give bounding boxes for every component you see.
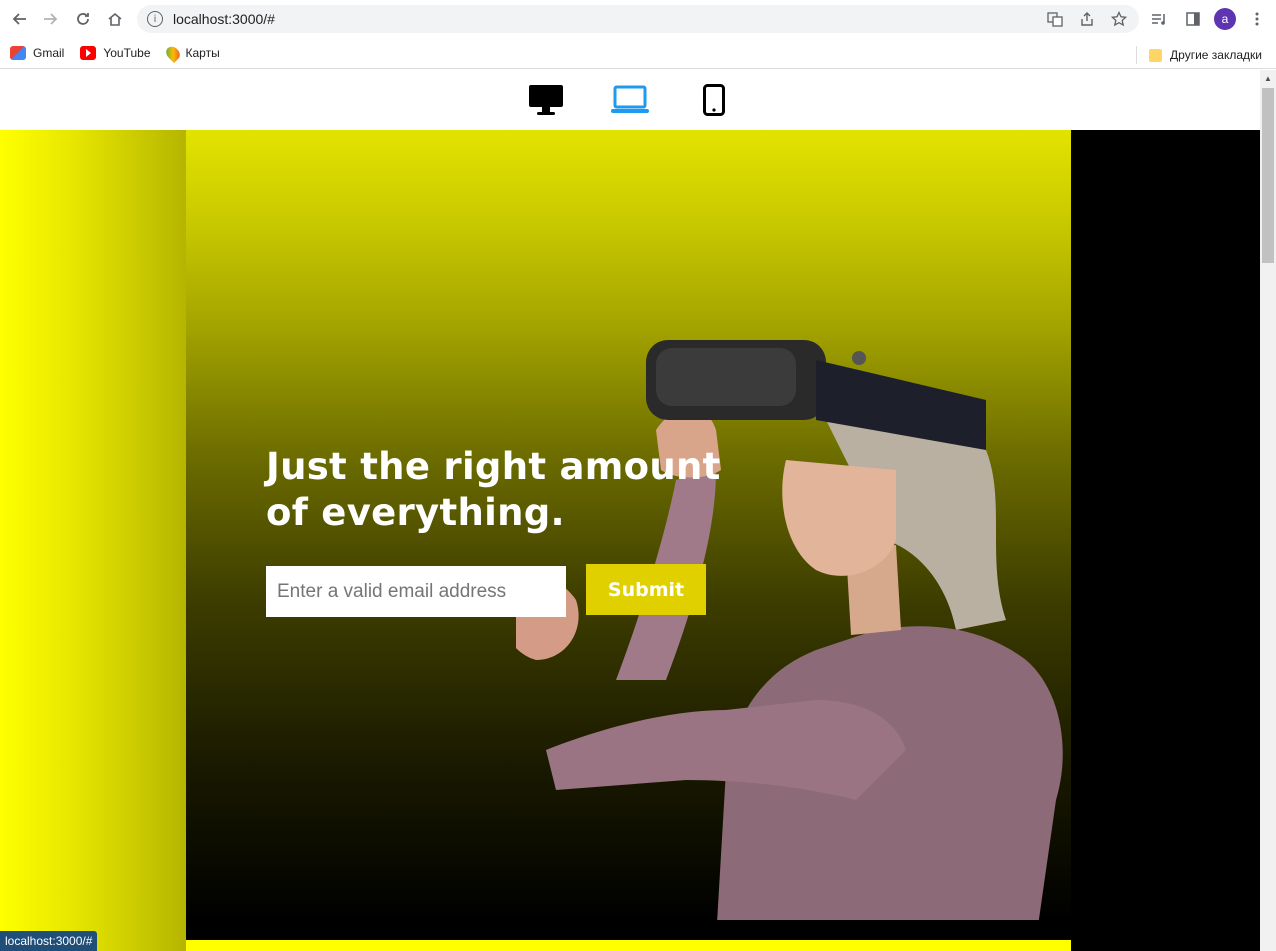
scroll-up-arrow-icon[interactable]: ▲	[1260, 70, 1276, 86]
hero-section: Just the right amount of everything. Sub…	[186, 130, 1071, 920]
home-icon	[108, 12, 122, 26]
reload-button[interactable]	[67, 3, 99, 35]
device-switcher	[0, 70, 1260, 130]
gmail-icon	[10, 46, 26, 60]
other-bookmarks-label: Другие закладки	[1170, 48, 1262, 62]
page-viewport: Just the right amount of everything. Sub…	[0, 70, 1260, 951]
bookmarks-bar: Gmail YouTube Карты Другие закладки	[0, 38, 1276, 69]
address-url: localhost:3000/#	[173, 11, 275, 27]
next-section-yellow-edge	[186, 940, 1071, 951]
bookmark-gmail[interactable]: Gmail	[10, 46, 64, 60]
bookmark-star-icon[interactable]	[1109, 9, 1129, 29]
mobile-phone-icon	[703, 84, 725, 116]
bookmark-label: Gmail	[33, 46, 65, 60]
share-icon[interactable]	[1077, 9, 1097, 29]
profile-avatar[interactable]: a	[1214, 8, 1236, 30]
link-status-bubble: localhost:3000/#	[0, 931, 98, 951]
device-laptop-button[interactable]	[588, 70, 672, 130]
arrow-right-icon	[44, 13, 58, 25]
scroll-thumb[interactable]	[1262, 88, 1274, 263]
maps-icon	[162, 43, 183, 63]
bookmarks-divider	[1136, 46, 1138, 64]
right-black-panel	[1071, 130, 1260, 951]
bookmark-youtube[interactable]: YouTube	[80, 46, 151, 60]
arrow-left-icon	[12, 13, 26, 25]
side-panel-icon[interactable]	[1180, 6, 1206, 32]
email-input[interactable]	[266, 566, 566, 617]
address-bar[interactable]: i localhost:3000/#	[137, 5, 1139, 33]
left-yellow-panel	[0, 130, 186, 951]
hero-headline: Just the right amount of everything.	[266, 445, 721, 534]
youtube-icon	[80, 46, 97, 60]
menu-kebab-icon[interactable]	[1244, 6, 1270, 32]
device-mobile-button[interactable]	[672, 70, 756, 130]
device-desktop-button[interactable]	[504, 70, 588, 130]
laptop-icon	[611, 85, 649, 113]
other-bookmarks[interactable]: Другие закладки	[1136, 46, 1262, 64]
back-button[interactable]	[3, 3, 35, 35]
browser-toolbar: i localhost:3000/# a	[0, 0, 1276, 38]
translate-icon[interactable]	[1045, 9, 1065, 29]
site-info-icon[interactable]: i	[147, 11, 163, 27]
desktop-monitor-icon	[529, 85, 563, 115]
bookmark-label: Карты	[185, 46, 220, 60]
submit-button[interactable]: Submit	[586, 564, 706, 615]
page-scrollbar[interactable]: ▲	[1260, 70, 1276, 951]
home-button[interactable]	[99, 3, 131, 35]
bookmark-label: YouTube	[103, 46, 151, 60]
folder-icon	[1149, 48, 1163, 62]
reading-list-icon[interactable]	[1146, 6, 1172, 32]
bookmark-maps[interactable]: Карты	[162, 43, 220, 63]
reload-icon	[77, 13, 89, 25]
hero-bottom-band	[186, 920, 1071, 940]
forward-button[interactable]	[35, 3, 67, 35]
